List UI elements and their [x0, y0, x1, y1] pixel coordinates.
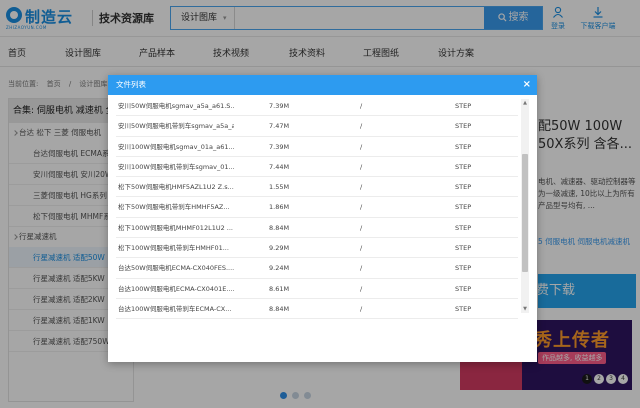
scroll-up-icon[interactable]: ▲ — [521, 99, 529, 107]
file-format: STEP — [455, 244, 472, 253]
close-icon[interactable]: × — [523, 75, 531, 95]
file-name: 台达100W伺服电机ECMA-CX0401E.... — [118, 284, 234, 293]
file-name: 台达100W伺服电机带刹车ECMA-CX... — [118, 304, 232, 313]
table-row[interactable]: 台达100W伺服电机带刹车ECMA-CX... 8.84M / STEP — [116, 299, 518, 320]
file-format: STEP — [455, 264, 472, 273]
file-dir: / — [360, 183, 363, 192]
file-size: 8.61M — [269, 284, 290, 293]
file-list-dialog: 文件列表 × 安川50W伺服电机sgmav_a5a_a61.S... 7.39M /… — [108, 75, 537, 362]
file-size: 7.44M — [269, 162, 290, 171]
file-dir: / — [360, 284, 363, 293]
file-format: STEP — [455, 122, 472, 131]
file-size: 7.39M — [269, 142, 290, 151]
file-format: STEP — [455, 162, 472, 171]
file-dir: / — [360, 102, 363, 110]
file-name: 松下50W伺服电机HMF5AZL1U2 Z.s... — [118, 183, 234, 192]
file-format: STEP — [455, 203, 472, 212]
scrollbar[interactable]: ▲ ▼ — [521, 99, 529, 313]
file-format: STEP — [455, 183, 472, 192]
dialog-header: 文件列表 × — [108, 75, 537, 95]
table-row[interactable]: 安川50W伺服电机sgmav_a5a_a61.S... 7.39M / STEP — [116, 96, 518, 117]
file-dir: / — [360, 162, 363, 171]
file-size: 8.84M — [269, 223, 290, 232]
file-dir: / — [360, 244, 363, 253]
table-row[interactable]: 松下50W伺服电机HMF5AZL1U2 Z.s... 1.55M / STEP — [116, 177, 518, 198]
file-format: STEP — [455, 142, 472, 151]
file-name: 松下50W伺服电机带刹车HMHF5AZ... — [118, 203, 230, 212]
file-size: 7.47M — [269, 122, 290, 131]
table-row[interactable]: 松下100W伺服电机带刹车HMHF01... 9.29M / STEP — [116, 238, 518, 259]
table-row[interactable]: 台达50W伺服电机ECMA-CX040FES.... 9.24M / STEP — [116, 258, 518, 279]
file-dir: / — [360, 304, 363, 313]
file-size: 9.24M — [269, 264, 290, 273]
file-dir: / — [360, 223, 363, 232]
file-name: 台达50W伺服电机ECMA-CX040FES.... — [118, 264, 234, 273]
file-size: 9.29M — [269, 244, 290, 253]
file-size: 8.84M — [269, 304, 290, 313]
file-format: STEP — [455, 284, 472, 293]
table-row[interactable]: 台达100W伺服电机ECMA-CX0401E.... 8.61M / STEP — [116, 279, 518, 299]
dialog-title: 文件列表 — [116, 80, 146, 89]
file-name: 松下100W伺服电机带刹车HMHF01... — [118, 244, 229, 253]
file-name: 松下100W伺服电机MHMF012L1U2 ... — [118, 223, 233, 232]
file-dir: / — [360, 264, 363, 273]
file-format: STEP — [455, 304, 472, 313]
file-name: 安川100W伺服电机sgmav_01a_a61.... — [118, 142, 234, 151]
file-dir: / — [360, 142, 363, 151]
file-format: STEP — [455, 102, 472, 110]
file-format: STEP — [455, 223, 472, 232]
file-size: 1.55M — [269, 183, 290, 192]
file-dir: / — [360, 122, 363, 131]
file-table: 安川50W伺服电机sgmav_a5a_a61.S... 7.39M / STEP 安川5… — [116, 96, 518, 320]
file-name: 安川50W伺服电机sgmav_a5a_a61.S... — [118, 102, 234, 110]
file-dir: / — [360, 203, 363, 212]
file-size: 1.86M — [269, 203, 290, 212]
table-row[interactable]: 安川100W伺服电机带刹车sgmav_01... 7.44M / STEP — [116, 157, 518, 178]
file-name: 安川50W伺服电机带刹车sgmav_a5a_a... — [118, 122, 234, 131]
table-row[interactable]: 松下100W伺服电机MHMF012L1U2 ... 8.84M / STEP — [116, 218, 518, 239]
table-row[interactable]: 松下50W伺服电机带刹车HMHF5AZ... 1.86M / STEP — [116, 197, 518, 218]
file-name: 安川100W伺服电机带刹车sgmav_01... — [118, 162, 234, 171]
file-size: 7.39M — [269, 102, 290, 110]
scrollbar-thumb[interactable] — [522, 154, 528, 272]
table-row[interactable]: 安川100W伺服电机sgmav_01a_a61.... 7.39M / STEP — [116, 137, 518, 157]
scroll-down-icon[interactable]: ▼ — [521, 305, 529, 313]
table-row[interactable]: 安川50W伺服电机带刹车sgmav_a5a_a... 7.47M / STEP — [116, 116, 518, 137]
